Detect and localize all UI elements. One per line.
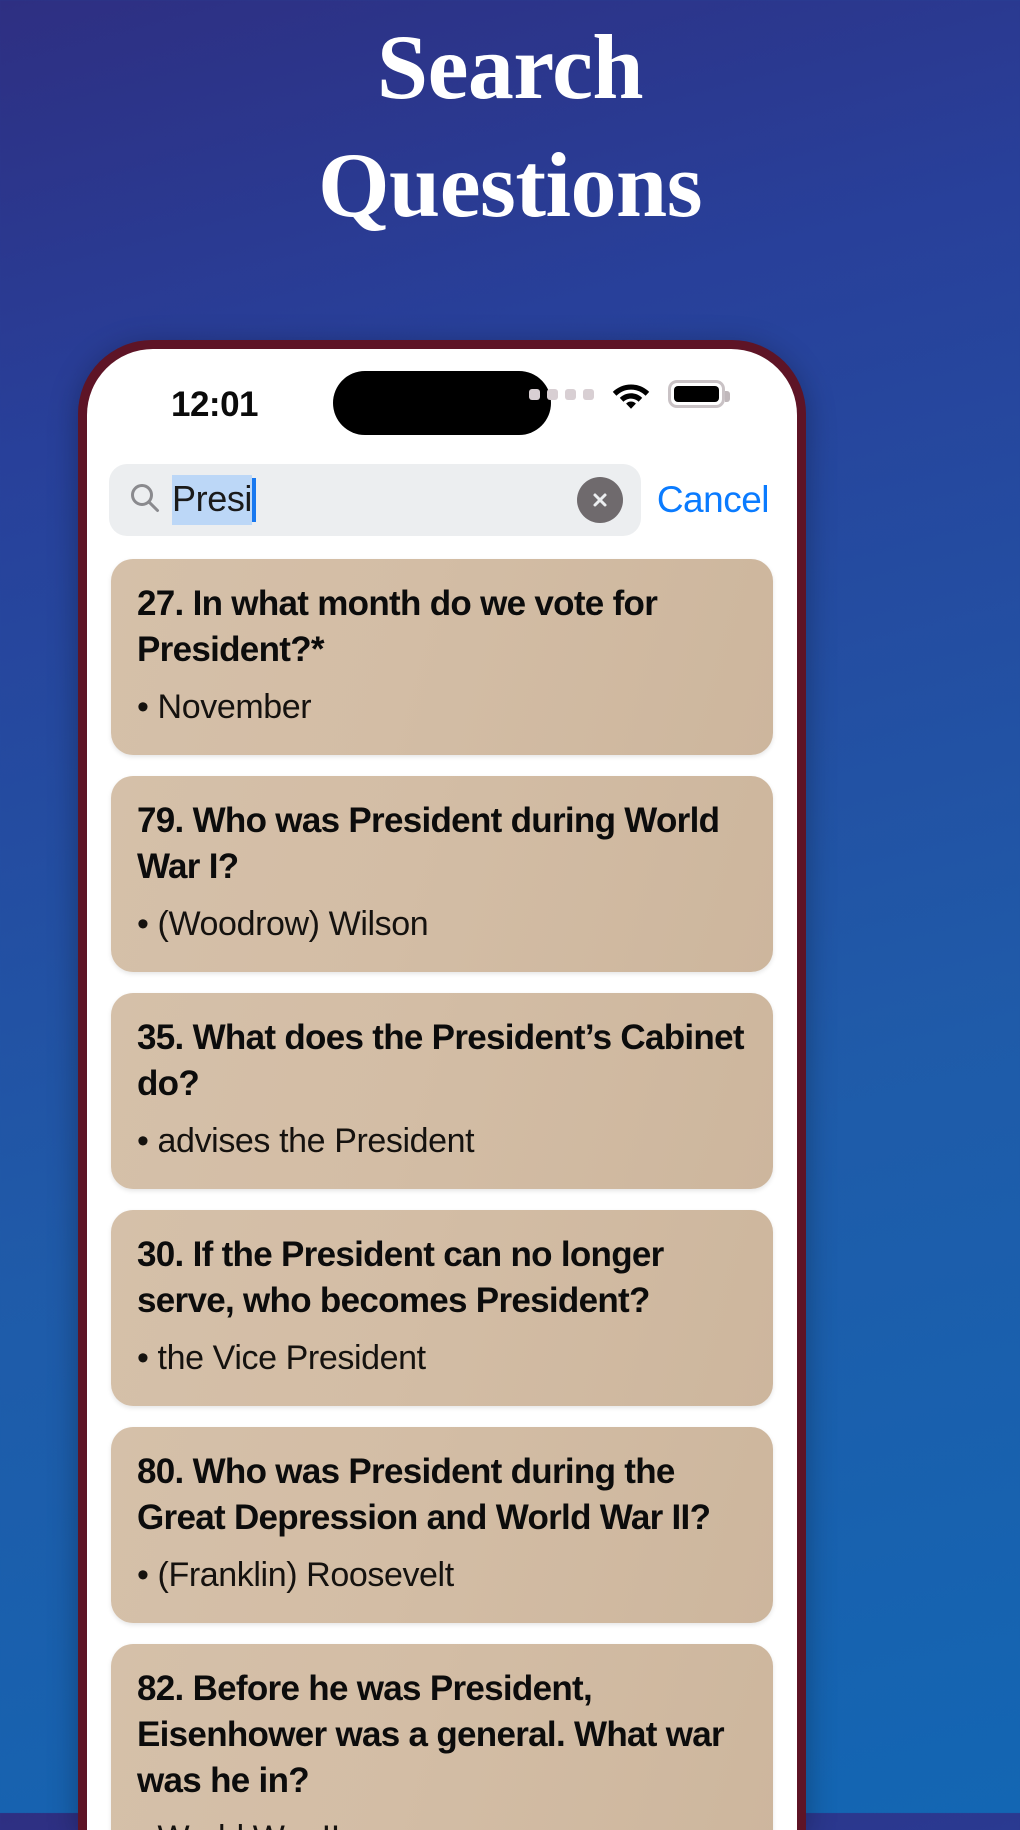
clear-circle-icon[interactable]	[576, 477, 623, 523]
cellular-dots-icon	[529, 388, 594, 400]
answer-text: • the Vice President	[137, 1339, 426, 1377]
answer-text: • (Franklin) Roosevelt	[137, 1556, 454, 1594]
question-text: 79. Who was President during World War I…	[137, 801, 720, 886]
question-text: 30. If the President can no longer serve…	[137, 1235, 664, 1320]
question-text: 27. In what month do we vote for Preside…	[137, 584, 658, 669]
list-item[interactable]: 35. What does the President’s Cabinet do…	[111, 993, 773, 1189]
search-input-text-wrap: Presi	[172, 464, 577, 536]
battery-full-icon	[668, 380, 730, 408]
search-icon	[129, 482, 160, 518]
answer-text: • November	[137, 688, 312, 726]
answer-text: • World War II	[137, 1816, 747, 1830]
search-bar: Presi Cancel	[87, 457, 797, 543]
question-text: 82. Before he was President, Eisenhower …	[137, 1669, 725, 1800]
status-bar-icons	[529, 379, 730, 409]
answer-text: • (Woodrow) Wilson	[137, 905, 429, 943]
question-text: 35. What does the President’s Cabinet do…	[137, 1018, 745, 1103]
phone-frame: 12:01 Presi Cancel 27. In what month do …	[78, 340, 806, 1830]
list-item[interactable]: 79. Who was President during World War I…	[111, 776, 773, 972]
status-bar: 12:01	[87, 349, 797, 457]
text-caret	[252, 478, 257, 522]
answer-text: • advises the President	[137, 1122, 475, 1160]
search-input[interactable]: Presi	[109, 464, 641, 536]
dynamic-island	[333, 371, 551, 435]
cancel-button[interactable]: Cancel	[657, 479, 775, 521]
page-title: Search Questions	[0, 8, 1020, 244]
list-item[interactable]: 80. Who was President during the Great D…	[111, 1427, 773, 1623]
list-item[interactable]: 30. If the President can no longer serve…	[111, 1210, 773, 1406]
search-results-list: 27. In what month do we vote for Preside…	[87, 543, 797, 1830]
wifi-icon	[611, 379, 651, 409]
question-text: 80. Who was President during the Great D…	[137, 1452, 711, 1537]
page-title-line-2: Questions	[317, 134, 703, 236]
list-item[interactable]: 82. Before he was President, Eisenhower …	[111, 1644, 773, 1830]
page-title-line-1: Search	[376, 16, 644, 118]
status-bar-time: 12:01	[171, 385, 259, 424]
search-input-value: Presi	[172, 475, 252, 525]
list-item[interactable]: 27. In what month do we vote for Preside…	[111, 559, 773, 755]
phone-screen: 12:01 Presi Cancel 27. In what month do …	[87, 349, 797, 1830]
